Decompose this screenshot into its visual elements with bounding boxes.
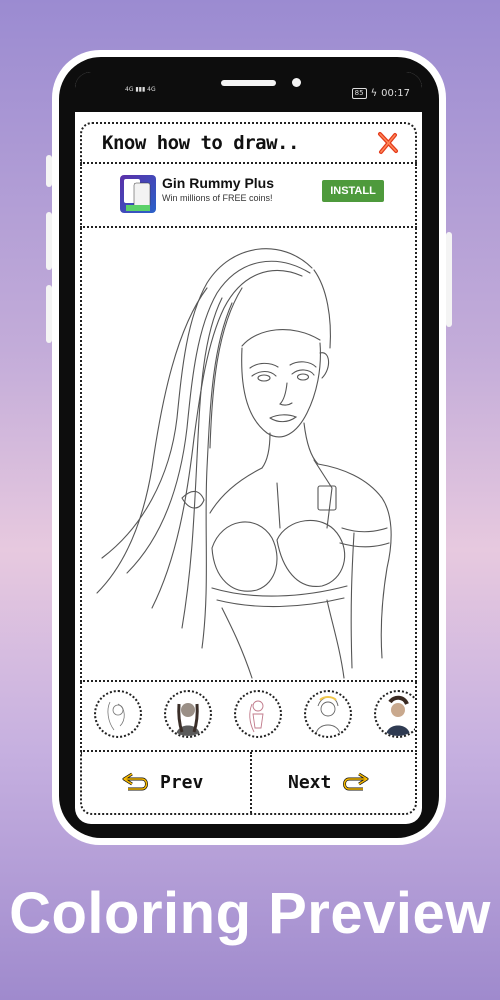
page-title: Know how to draw..: [102, 132, 299, 154]
signal-indicators: 4G ▮▮▮ 4G: [125, 86, 156, 93]
prev-button[interactable]: Prev: [120, 767, 203, 797]
nav-bar: Prev Next: [80, 752, 417, 815]
ad-tagline: Win millions of FREE coins!: [162, 193, 273, 203]
next-label: Next: [288, 771, 332, 793]
next-arrow-icon: [343, 772, 369, 791]
thumbnail-1[interactable]: [94, 690, 142, 738]
drawing-canvas: [80, 228, 417, 682]
promo-caption: Coloring Preview: [9, 881, 491, 946]
status-bar: 4G ▮▮▮ 4G 85 ϟ 00:17: [75, 72, 422, 112]
prev-arrow-icon: [122, 772, 148, 791]
thumbnail-4[interactable]: [304, 690, 352, 738]
charging-icon: ϟ: [370, 88, 378, 99]
phone-volume-up: [46, 212, 52, 270]
status-right: 85 ϟ 00:17: [351, 88, 410, 99]
front-camera: [292, 78, 301, 87]
thumbnail-5[interactable]: [374, 690, 415, 738]
thumbnail-3[interactable]: [234, 690, 282, 738]
install-button[interactable]: INSTALL: [322, 180, 384, 202]
speaker-grille: [221, 80, 276, 86]
ad-banner[interactable]: Gin Rummy Plus Win millions of FREE coin…: [80, 164, 417, 228]
thumbnail-2[interactable]: [164, 690, 212, 738]
ad-app-icon: [120, 175, 156, 213]
app-header: Know how to draw..: [80, 122, 417, 164]
nav-divider: [250, 752, 252, 813]
ad-title: Gin Rummy Plus: [162, 175, 275, 191]
phone-side-button: [46, 155, 52, 187]
close-icon[interactable]: [375, 130, 401, 156]
next-button[interactable]: Next: [288, 767, 371, 797]
thumbnail-strip: [80, 682, 417, 752]
battery-icon: 85: [351, 88, 367, 99]
app-content: Know how to draw.. Gin Rummy Plus Win mi…: [80, 122, 417, 815]
phone-volume-down: [46, 285, 52, 343]
status-time: 00:17: [381, 88, 410, 99]
prev-label: Prev: [160, 771, 204, 793]
phone-power-button: [446, 232, 452, 327]
phone-screen: 4G ▮▮▮ 4G 85 ϟ 00:17 Know how to draw..: [75, 72, 422, 824]
sketch-illustration: [96, 248, 392, 679]
